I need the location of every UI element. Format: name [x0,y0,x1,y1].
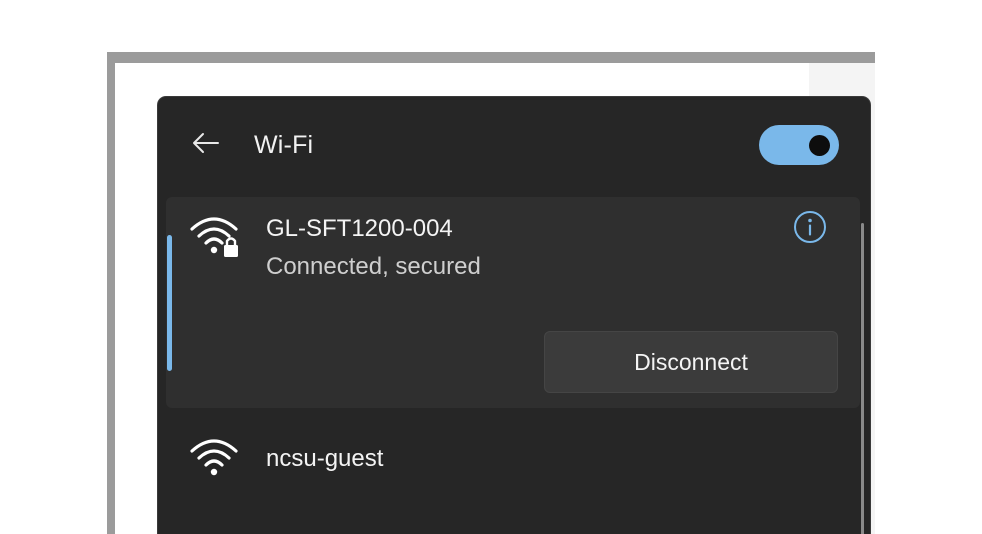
wifi-secured-icon [188,211,244,261]
disconnect-button[interactable]: Disconnect [544,331,838,393]
network-properties-button[interactable] [790,210,830,249]
network-name: GL-SFT1200-004 [266,215,453,242]
wifi-toggle[interactable] [759,125,839,165]
page-title: Wi-Fi [254,131,314,159]
wifi-header: Wi-Fi [158,97,870,193]
scrollbar[interactable] [861,223,864,534]
arrow-left-icon [192,131,220,160]
selection-indicator [167,235,172,371]
info-icon [793,210,827,249]
back-button[interactable] [188,129,224,161]
toggle-knob [809,135,830,156]
wifi-flyout-panel: Wi-Fi GL-SFT1200-004 Connected, secured [157,96,871,534]
network-name: ncsu-guest [266,445,384,472]
network-item[interactable]: ncsu-guest [166,417,860,503]
wifi-icon [188,433,244,483]
network-status: Connected, secured [266,253,481,280]
network-item-connected[interactable]: GL-SFT1200-004 Connected, secured Discon… [166,197,860,408]
